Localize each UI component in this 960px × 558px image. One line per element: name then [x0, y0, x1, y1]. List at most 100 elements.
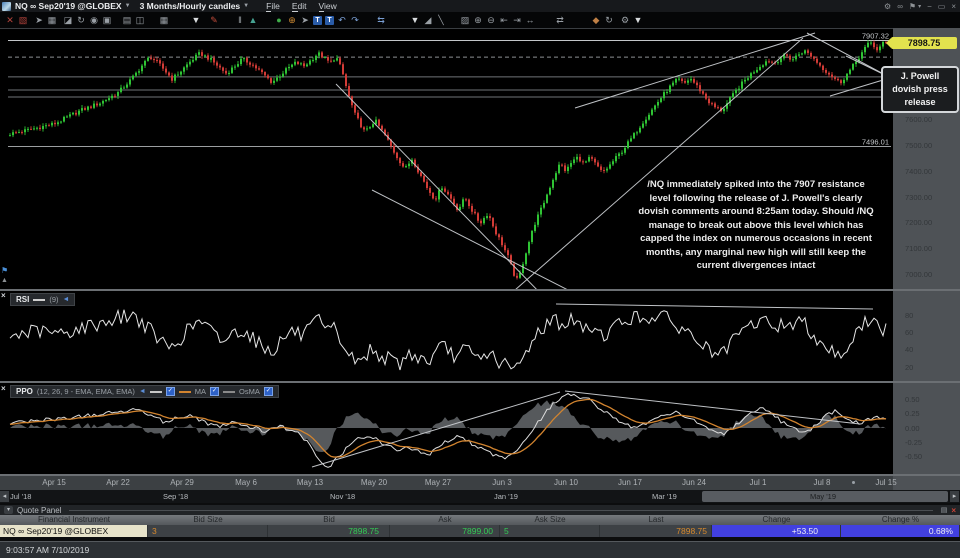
pin-dropdown-icon[interactable]: ▾ — [918, 3, 921, 10]
close-icon[interactable]: × — [951, 2, 956, 11]
ppo-close-button[interactable]: × — [1, 384, 6, 393]
ellipse-tool-icon[interactable]: ◉ — [89, 15, 99, 25]
ppo-series-checkbox-ppo[interactable]: ✓ — [165, 387, 175, 396]
minimize-icon[interactable]: − — [927, 2, 932, 11]
drawing-toolbar: ✕ ▧ ➤ ▦ ◪ ↻ ◉ ▣ ▤ ◫ ▦ ▼ ✎ ‖ ▲ ● ⊕ ➤ T T ↶ ↷ ⇆ ▼ ◢ ╲ ▨ ⊕ ⊖ ⇤ ⇥ ↔ ⇄ ◆ ↻ ⚙ ▼ — [0, 12, 960, 28]
pointer-tool-icon[interactable]: ➤ — [34, 15, 44, 25]
quote-cell-financial-instrument[interactable]: NQ ∞ Sep20'19 @GLOBEX — [0, 525, 148, 537]
scroll-left-button[interactable]: ◂ — [0, 491, 9, 502]
zoom-in-icon[interactable]: ⊕ — [473, 15, 483, 25]
date-label: Jun 3 — [492, 478, 512, 487]
pan-right-icon[interactable]: ⇥ — [512, 15, 522, 25]
date-label: Jul 1 — [749, 478, 767, 487]
hatch-tool-icon[interactable]: ▨ — [460, 15, 470, 25]
grid-style-icon[interactable]: ▦ — [47, 15, 57, 25]
cursor-select-icon[interactable]: ➤ — [300, 15, 310, 25]
scroll-right-button[interactable]: ▸ — [950, 491, 959, 502]
undo-icon[interactable]: ↶ — [337, 15, 347, 25]
ppo-series-checkbox-osma[interactable]: ✓ — [263, 387, 273, 396]
image-tool-icon[interactable]: ▣ — [102, 15, 112, 25]
angle-tool-icon[interactable]: ◢ — [423, 15, 433, 25]
candle-spacing-icon[interactable]: ⇄ — [555, 15, 565, 25]
date-label: Jul 8 — [813, 478, 831, 487]
highlight-tool-icon[interactable]: ◆ — [591, 15, 601, 25]
triangle-pattern-icon[interactable]: ▲ — [248, 15, 258, 25]
patterns-dropdown-icon[interactable]: ▼ — [410, 15, 420, 25]
quote-panel-collapse-button[interactable]: ▾ — [4, 506, 13, 514]
crosshair-icon[interactable]: ⊕ — [287, 15, 297, 25]
symbol-dropdown-icon[interactable]: ▼ — [125, 3, 131, 9]
app-logo-icon — [2, 1, 11, 11]
flip-icon[interactable]: ⇆ — [376, 15, 386, 25]
trading-chart-window: NQ ∞ Sep20'19 @GLOBEX ▼ 3 Months/Hourly … — [0, 0, 960, 558]
quote-panel-close-icon[interactable]: × — [951, 506, 956, 515]
grid-2x2-icon[interactable]: ▦ — [159, 15, 169, 25]
rsi-settings-icon[interactable]: ◄ — [63, 296, 70, 303]
ppo-scale-label: 0.50 — [905, 395, 920, 405]
svg-text:7907.32: 7907.32 — [862, 32, 889, 41]
symbol-title[interactable]: NQ ∞ Sep20'19 @GLOBEX — [15, 1, 122, 11]
chart-style-icon[interactable]: ‖ — [235, 15, 245, 25]
restore-icon[interactable]: ▭ — [938, 2, 946, 11]
timeline-scrollbar[interactable]: ◂ ▸ Jul '18 Sep '18 Nov '18 Jan '19 Mar '19 M… — [0, 490, 960, 503]
layout-grid-icon[interactable]: ◫ — [135, 15, 145, 25]
timeline-month-label: Sep '18 — [163, 492, 189, 501]
flag-marker-icon[interactable]: ⚑ — [1, 266, 8, 275]
price-axis-label: 7600.00 — [905, 115, 933, 125]
candle-width-icon[interactable]: ↔ — [525, 15, 535, 25]
quote-col-ask-size: Ask Size — [534, 515, 566, 524]
date-label: Jun 24 — [681, 478, 707, 487]
last-price-badge: 7898.75 — [886, 36, 957, 49]
chart-settings-icon[interactable]: ⚙ — [620, 15, 630, 25]
menu-edit[interactable]: Edit — [291, 1, 307, 12]
more-tools-dropdown-icon[interactable]: ▼ — [633, 15, 643, 25]
circle-study-icon[interactable]: ● — [274, 15, 284, 25]
quote-panel-menu-icon[interactable]: ▤ — [941, 506, 948, 514]
quote-col-last: Last — [648, 515, 664, 524]
rsi-panel[interactable] — [0, 291, 893, 381]
stamp-tool-icon[interactable]: ◪ — [63, 15, 73, 25]
rsi-scale-label: 60 — [905, 327, 914, 337]
close-drawing-icon[interactable]: ✕ — [5, 15, 15, 25]
drawing-tools-dropdown-icon[interactable]: ▼ — [191, 15, 201, 25]
rotate-tool-icon[interactable]: ↻ — [76, 15, 86, 25]
ppo-title: PPO — [16, 387, 33, 396]
text-label-icon[interactable]: T — [313, 15, 322, 25]
trendline-tool-icon[interactable]: ╲ — [436, 15, 446, 25]
text-note-icon[interactable]: T — [325, 15, 334, 25]
redo-icon[interactable]: ↷ — [350, 15, 360, 25]
pan-left-icon[interactable]: ⇤ — [499, 15, 509, 25]
menu-view[interactable]: View — [318, 1, 337, 12]
rsi-title: RSI — [16, 295, 30, 304]
powell-callout-box[interactable]: J. Powell dovish press release — [881, 66, 959, 113]
menu-file[interactable]: File — [266, 1, 280, 12]
timeframe-dropdown-icon[interactable]: ▼ — [243, 3, 249, 9]
zoom-out-icon[interactable]: ⊖ — [486, 15, 496, 25]
date-label: Apr 29 — [170, 478, 194, 487]
rsi-line-sample — [33, 298, 46, 301]
marquee-select-icon[interactable]: ▧ — [18, 15, 28, 25]
chart-annotation-note[interactable]: /NQ immediately spiked into the 7907 res… — [596, 178, 916, 273]
ppo-legend-line-osma — [223, 390, 236, 393]
timeline-month-label: May '19 — [810, 492, 837, 501]
quote-row[interactable]: NQ ∞ Sep20'19 @GLOBEX 3 7898.75 7899.00 5 789… — [0, 525, 960, 537]
link-icon[interactable]: ∞ — [897, 2, 903, 11]
pencil-draw-icon[interactable]: ✎ — [209, 15, 219, 25]
date-label: May 27 — [424, 478, 452, 487]
ppo-settings-icon[interactable]: ◄ — [139, 388, 146, 395]
settings-gear-icon[interactable]: ⚙ — [884, 2, 891, 11]
scroll-marker-icon[interactable]: ▲ — [1, 277, 8, 284]
pin-icon[interactable]: ⚑ — [909, 2, 916, 11]
timeframe-selector[interactable]: 3 Months/Hourly candles — [140, 1, 241, 11]
current-bar-marker — [852, 481, 855, 484]
rsi-close-button[interactable]: × — [1, 291, 6, 300]
ppo-series-checkbox-ma[interactable]: ✓ — [210, 387, 220, 396]
quote-cell-change-: 0.68% — [841, 525, 960, 537]
refresh-chart-icon[interactable]: ↻ — [604, 15, 614, 25]
quote-col-change: Change — [762, 515, 791, 524]
rsi-scale-label: 40 — [905, 345, 914, 355]
quote-cell-ask-size: 5 — [500, 525, 600, 537]
price-axis-label: 7500.00 — [905, 140, 933, 150]
snapshot-icon[interactable]: ▤ — [122, 15, 132, 25]
timeline-month-label: Jul '18 — [10, 492, 32, 501]
